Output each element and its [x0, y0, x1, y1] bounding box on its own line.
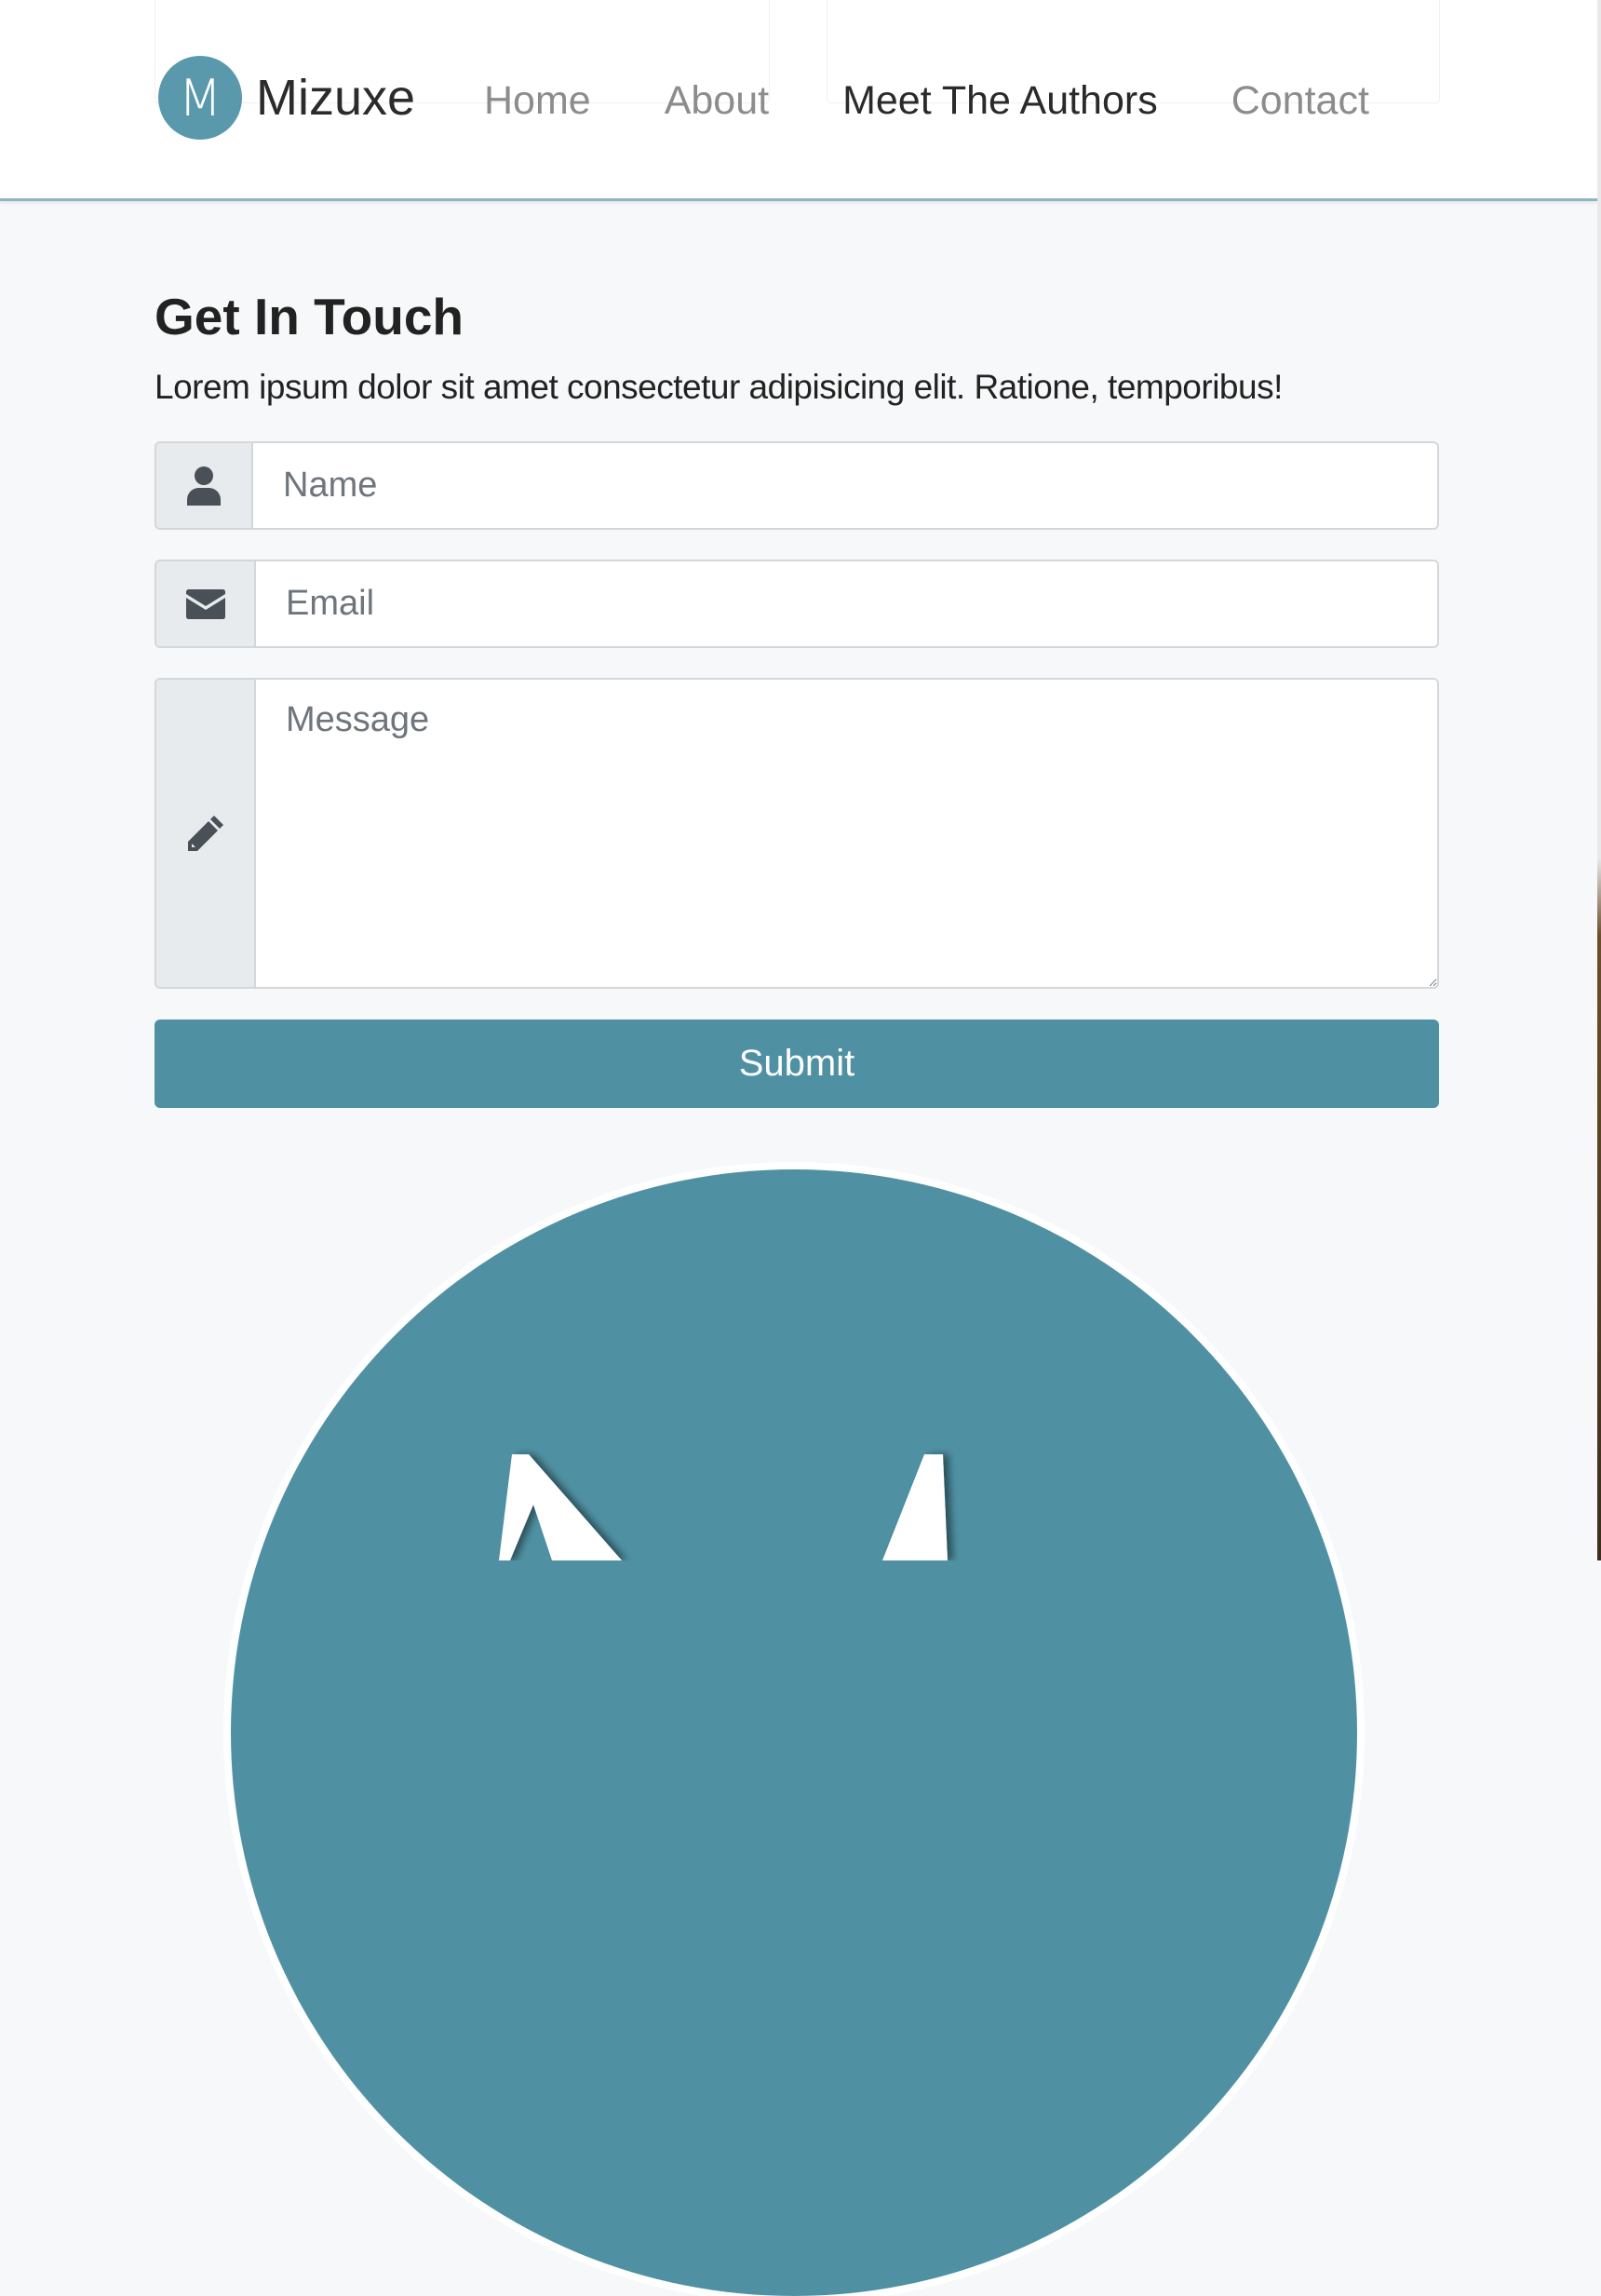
name-input[interactable] [253, 443, 1437, 528]
nav-home[interactable]: Home [484, 78, 591, 124]
envelope-icon [185, 588, 225, 619]
email-input[interactable] [256, 561, 1437, 646]
contact-form: Submit [155, 441, 1439, 1108]
pencil-icon [187, 816, 223, 851]
name-addon [156, 443, 253, 528]
brand-logo: M [158, 56, 242, 140]
section-lead: Lorem ipsum dolor sit amet consectetur a… [155, 368, 1283, 406]
navbar: M Mizuxe Home About Meet The Authors Con… [0, 0, 1597, 201]
email-addon [156, 561, 256, 646]
hero-logo-circle [231, 1169, 1357, 2296]
section-heading: Get In Touch [155, 288, 464, 345]
message-addon [156, 680, 256, 987]
submit-button[interactable]: Submit [155, 1020, 1439, 1108]
email-input-group [155, 560, 1439, 648]
hero-logo-letter [499, 1454, 948, 1560]
brand-name: Mizuxe [256, 70, 416, 126]
message-input-group [155, 678, 1439, 989]
user-icon [187, 466, 221, 506]
contact-section: Get In Touch Lorem ipsum dolor sit amet … [155, 279, 1439, 1108]
nav-contact[interactable]: Contact [1231, 78, 1369, 124]
nav-meet-the-authors[interactable]: Meet The Authors [842, 78, 1158, 124]
window-edge [1597, 0, 1601, 1560]
message-textarea[interactable] [256, 680, 1437, 987]
main-nav: Home About Meet The Authors Contact [484, 73, 1369, 128]
name-input-group [155, 441, 1439, 530]
brand-link[interactable]: M Mizuxe [158, 55, 415, 141]
nav-about[interactable]: About [665, 78, 769, 124]
